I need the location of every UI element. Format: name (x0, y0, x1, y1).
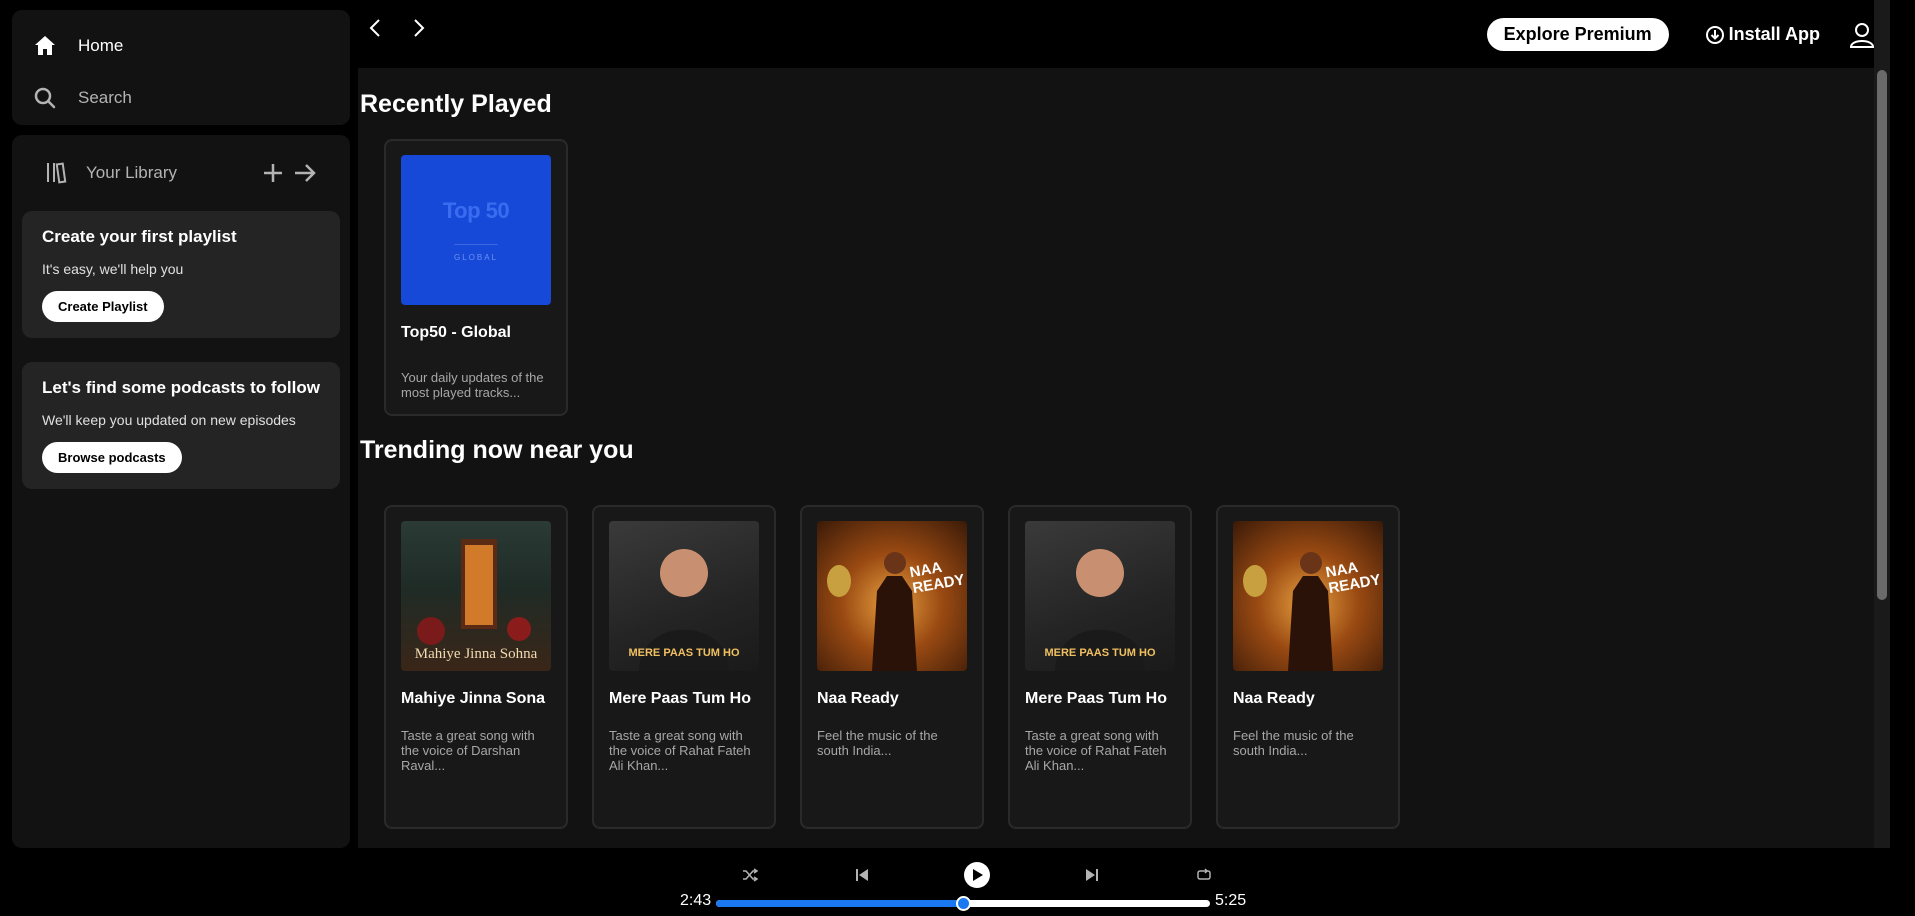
promo-title: Create your first playlist (42, 227, 237, 246)
library-icon[interactable] (44, 160, 70, 186)
top-right-actions: Explore Premium Install App (1486, 18, 1890, 51)
search-icon (32, 85, 58, 111)
card-title: Naa Ready (1233, 690, 1315, 707)
cover-text: MERE PAAS TUM HO (1044, 647, 1156, 659)
song-cover: NAA READY (817, 521, 967, 671)
create-playlist-button[interactable]: Create Playlist (42, 291, 164, 322)
nav-search[interactable]: Search (32, 78, 330, 118)
song-card[interactable]: NAA READY Naa Ready Feel the music of th… (1216, 505, 1400, 829)
install-app-label: Install App (1728, 24, 1820, 44)
recently-played-title: Recently Played (360, 90, 552, 118)
card-description: Taste a great song with the voice of Rah… (1025, 728, 1167, 773)
card-title: Mere Paas Tum Ho (609, 690, 751, 707)
recently-played-row: Top 50 GLOBAL Top50 - Global Your daily … (358, 139, 1890, 416)
card-description: Your daily updates of the most played tr… (401, 370, 544, 400)
progress-bar[interactable] (716, 896, 1210, 911)
song-cover: NAA READY (1233, 521, 1383, 671)
play-icon[interactable] (964, 862, 990, 888)
arrow-right-icon[interactable] (292, 160, 318, 186)
card-title: Naa Ready (817, 690, 899, 707)
progress-fill (716, 900, 963, 907)
card-title: Mere Paas Tum Ho (1025, 690, 1167, 707)
promo-text: It's easy, we'll help you (42, 261, 184, 277)
repeat-icon[interactable] (1194, 865, 1214, 885)
top-bar: Explore Premium Install App (358, 0, 1890, 68)
card-title: Mahiye Jinna Sona (401, 690, 546, 707)
main-content: Explore Premium Install App Recently Pla… (358, 0, 1890, 848)
previous-icon[interactable] (852, 865, 872, 885)
song-cover: MERE PAAS TUM HO (1025, 521, 1175, 671)
playlist-cover: Top 50 GLOBAL (401, 155, 551, 305)
progress-knob[interactable] (956, 896, 971, 911)
app: Home Search Your Library Create your fir… (0, 0, 1915, 916)
trending-row: Mahiye Jinna Sohna Mahiye Jinna Sona Tas… (358, 505, 1890, 829)
shuffle-icon[interactable] (740, 865, 760, 885)
user-icon[interactable] (1848, 21, 1876, 49)
song-card[interactable]: MERE PAAS TUM HO Mere Paas Tum Ho Taste … (592, 505, 776, 829)
home-icon (32, 33, 58, 59)
library-header: Your Library (22, 149, 340, 197)
chevron-left-icon[interactable] (364, 16, 388, 40)
plus-icon[interactable] (260, 160, 286, 186)
cover-text: Mahiye Jinna Sohna (414, 646, 538, 662)
nav-box: Home Search (12, 10, 350, 125)
scrollbar-thumb[interactable] (1877, 70, 1887, 600)
browse-podcasts-button[interactable]: Browse podcasts (42, 442, 182, 473)
player-controls (740, 862, 1214, 888)
library-panel: Your Library Create your first playlist … (12, 135, 350, 848)
cover-title: Top 50 (442, 198, 510, 223)
nav-home[interactable]: Home (32, 26, 330, 66)
song-card[interactable]: NAA READY Naa Ready Feel the music of th… (800, 505, 984, 829)
promo-title: Let's find some podcasts to follow (42, 378, 320, 397)
current-time: 2:43 (680, 892, 712, 909)
sidebar: Home Search Your Library Create your fir… (12, 10, 350, 848)
install-app-button[interactable]: Install App (1705, 24, 1820, 45)
total-time: 5:25 (1215, 892, 1247, 909)
player-bar: 2:43 5:25 (0, 848, 1915, 916)
playlist-card[interactable]: Top 50 GLOBAL Top50 - Global Your daily … (384, 139, 568, 416)
song-cover: MERE PAAS TUM HO (609, 521, 759, 671)
promo-text: We'll keep you updated on new episodes (42, 412, 296, 428)
promo-create-playlist: Create your first playlist It's easy, we… (22, 211, 340, 338)
card-title: Top50 - Global (401, 324, 511, 341)
history-arrows (364, 16, 430, 40)
song-card[interactable]: MERE PAAS TUM HO Mere Paas Tum Ho Taste … (1008, 505, 1192, 829)
next-icon[interactable] (1082, 865, 1102, 885)
trending-title: Trending now near you (360, 436, 634, 464)
cover-text: MERE PAAS TUM HO (628, 647, 740, 659)
card-description: Feel the music of the south India... (817, 728, 938, 758)
library-label[interactable]: Your Library (86, 163, 254, 183)
download-icon (1705, 25, 1725, 45)
song-cover: Mahiye Jinna Sohna (401, 521, 551, 671)
cover-subtitle: GLOBAL (453, 244, 498, 262)
card-description: Taste a great song with the voice of Dar… (401, 728, 535, 773)
card-description: Feel the music of the south India... (1233, 728, 1354, 758)
nav-home-label: Home (78, 36, 124, 55)
nav-search-label: Search (78, 88, 132, 107)
chevron-right-icon[interactable] (406, 16, 430, 40)
scrollbar[interactable] (1874, 0, 1890, 848)
song-card[interactable]: Mahiye Jinna Sohna Mahiye Jinna Sona Tas… (384, 505, 568, 829)
promo-podcasts: Let's find some podcasts to follow We'll… (22, 362, 340, 489)
explore-premium-button[interactable]: Explore Premium (1486, 18, 1669, 51)
card-description: Taste a great song with the voice of Rah… (609, 728, 751, 773)
